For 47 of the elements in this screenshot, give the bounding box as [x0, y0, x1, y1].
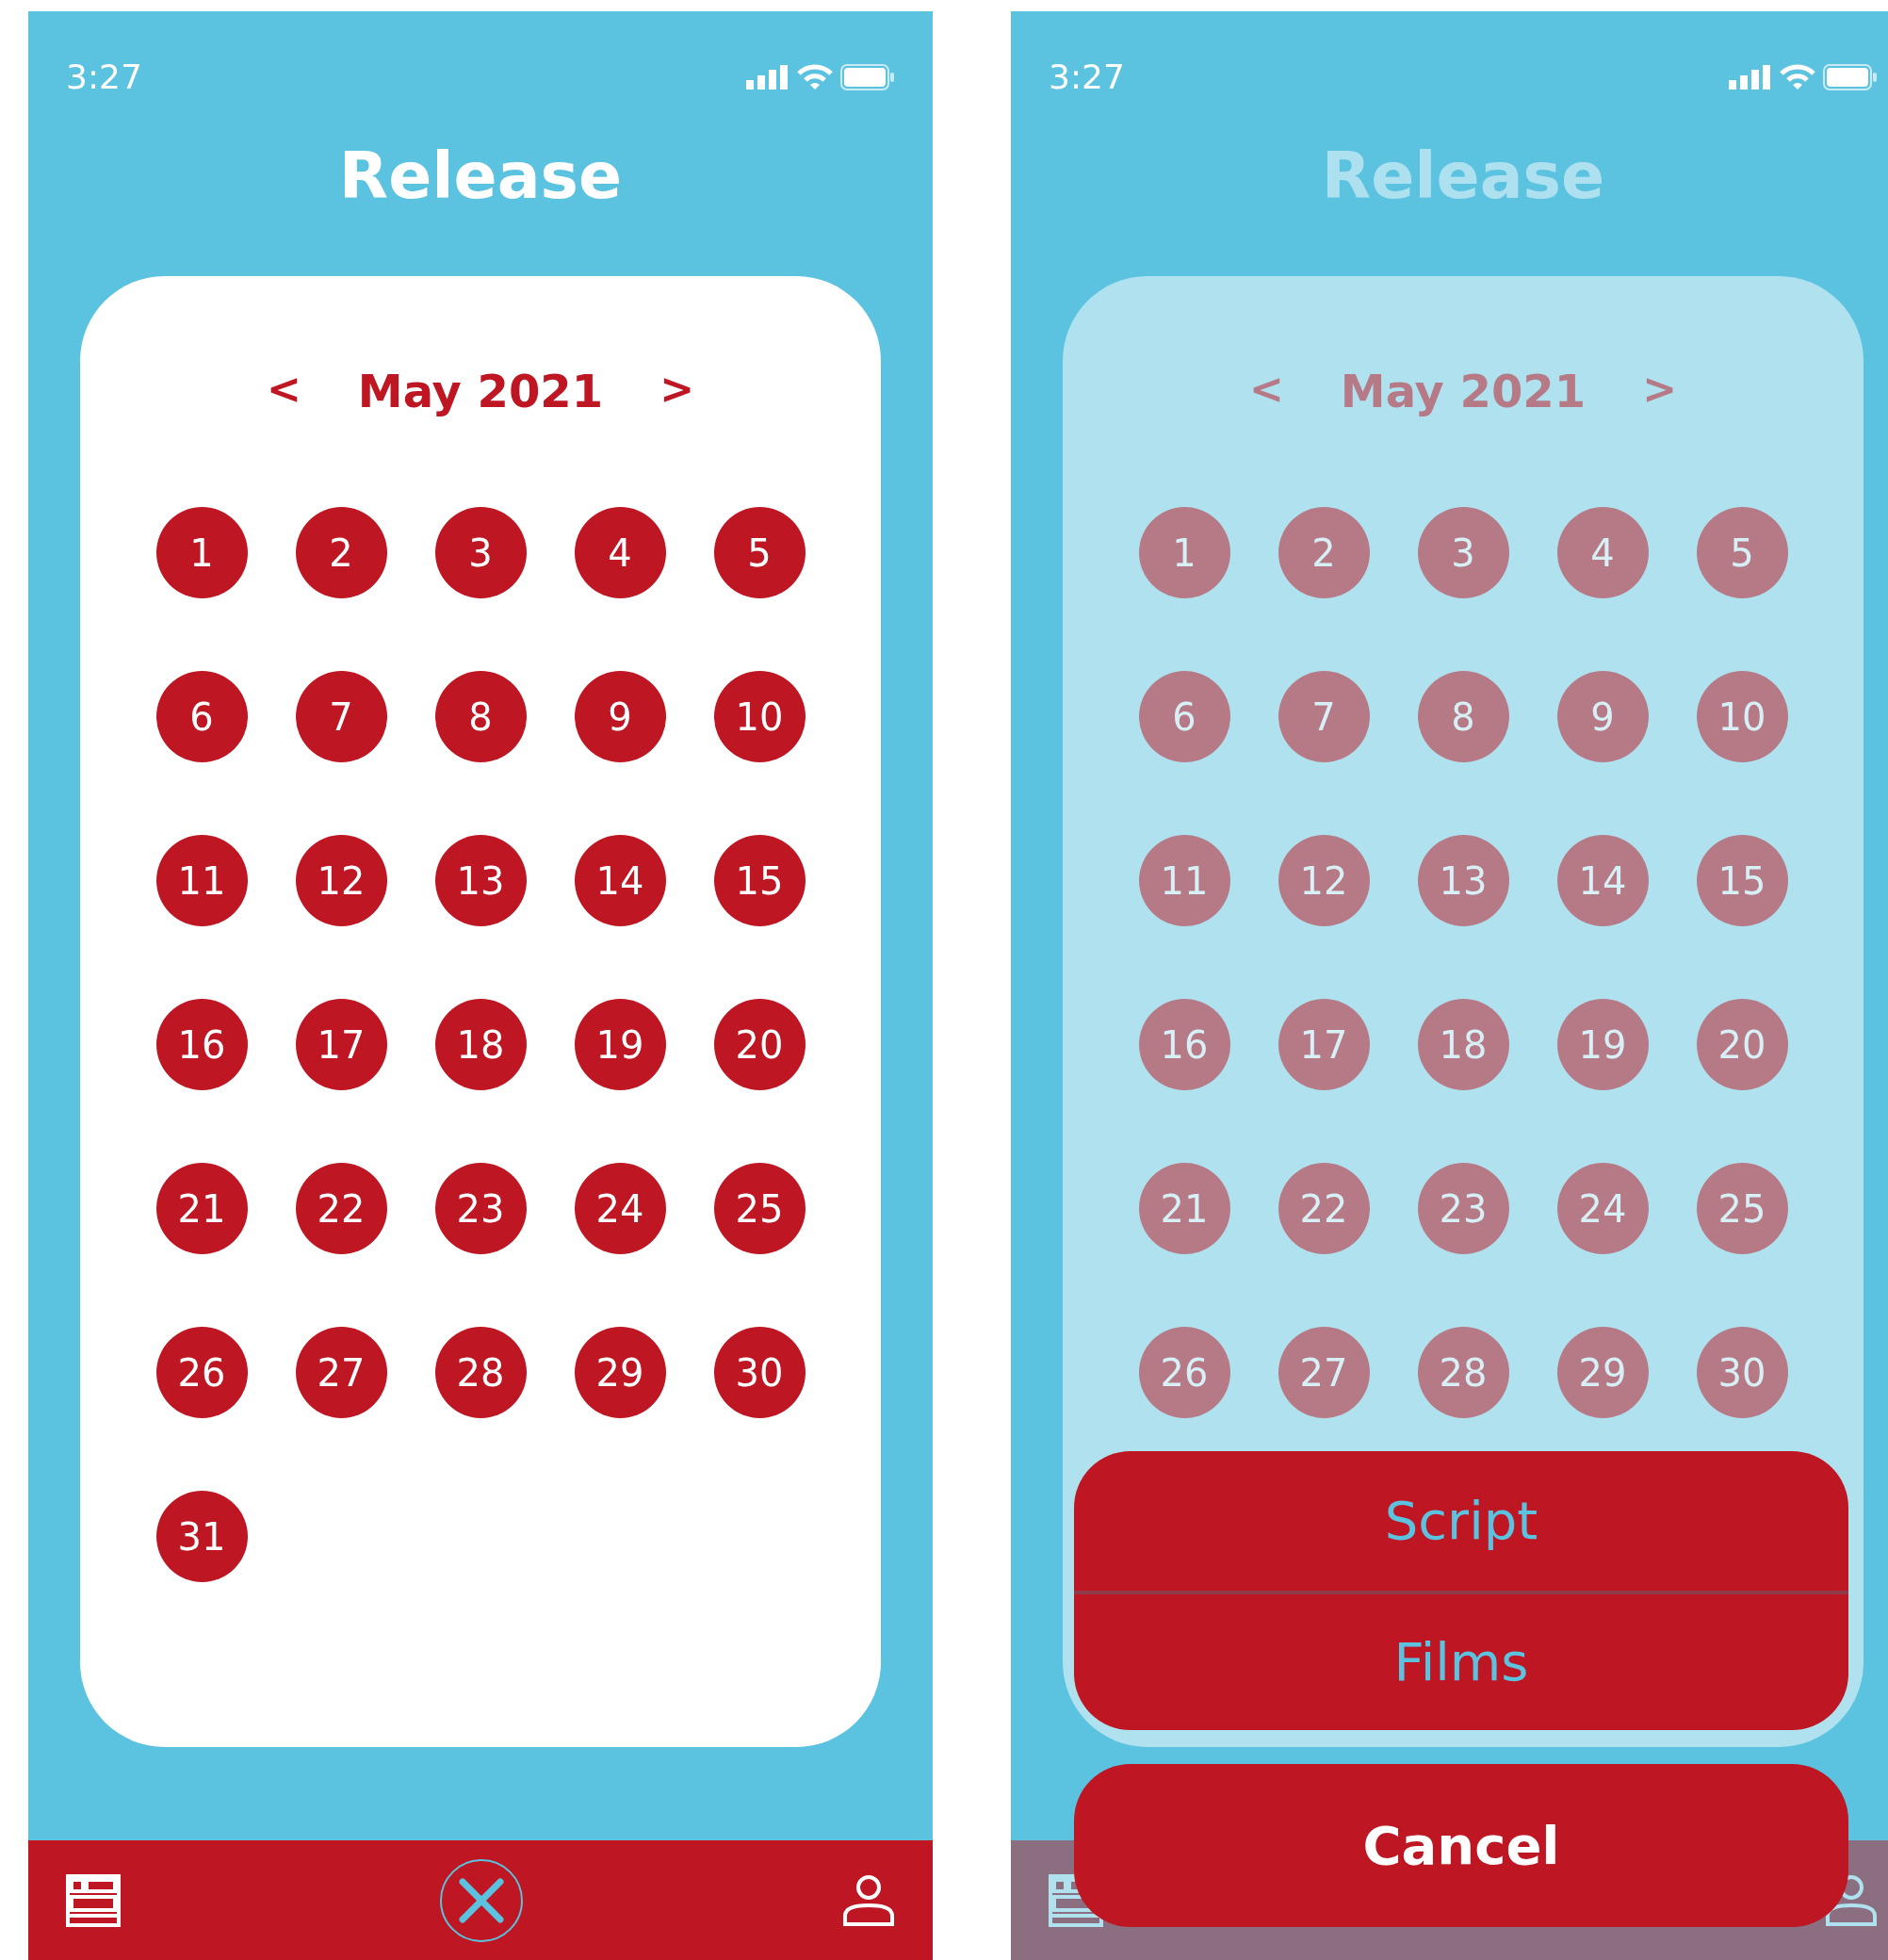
signal-icon: [1729, 65, 1772, 90]
day-button[interactable]: 26: [155, 1327, 248, 1418]
previous-month-button[interactable]: <: [267, 368, 301, 410]
day-button[interactable]: 31: [155, 1491, 248, 1582]
day-button[interactable]: 24: [574, 1163, 666, 1254]
cancel-button[interactable]: Cancel: [1074, 1764, 1848, 1927]
day-button[interactable]: 29: [574, 1327, 666, 1418]
user-icon[interactable]: [1825, 1873, 1878, 1927]
next-month-button[interactable]: >: [659, 368, 694, 410]
day-button[interactable]: 8: [434, 671, 527, 762]
battery-icon: [1823, 64, 1878, 90]
day-button[interactable]: 28: [434, 1327, 527, 1418]
day-button[interactable]: 30: [713, 1327, 806, 1418]
day-button[interactable]: 3: [434, 507, 527, 598]
day-button[interactable]: 17: [295, 999, 387, 1090]
day-button[interactable]: 9: [574, 671, 666, 762]
wifi-icon: [1780, 64, 1815, 90]
day-button[interactable]: 25: [713, 1163, 806, 1254]
day-button[interactable]: 20: [713, 999, 806, 1090]
day-button[interactable]: 2: [295, 507, 387, 598]
day-button[interactable]: 1: [155, 507, 248, 598]
day-button[interactable]: 23: [434, 1163, 527, 1254]
day-button[interactable]: 12: [295, 835, 387, 926]
wifi-icon: [797, 64, 833, 90]
day-button[interactable]: 11: [155, 835, 248, 926]
day-button[interactable]: 7: [295, 671, 387, 762]
day-button[interactable]: 6: [155, 671, 248, 762]
status-time: 3:27: [66, 57, 142, 98]
screen-title: Release: [338, 138, 623, 215]
battery-icon: [840, 64, 895, 90]
close-icon[interactable]: [439, 1857, 524, 1943]
day-button[interactable]: 13: [434, 835, 527, 926]
day-button[interactable]: 15: [713, 835, 806, 926]
day-button[interactable]: 5: [713, 507, 806, 598]
screen-title: Release: [1321, 138, 1605, 215]
day-button[interactable]: 27: [295, 1327, 387, 1418]
day-button[interactable]: 18: [434, 999, 527, 1090]
day-button[interactable]: 21: [155, 1163, 248, 1254]
day-button[interactable]: 10: [713, 671, 806, 762]
signal-icon: [746, 65, 789, 90]
user-icon[interactable]: [842, 1873, 895, 1927]
day-button[interactable]: 4: [574, 507, 666, 598]
day-button[interactable]: 16: [155, 999, 248, 1090]
status-time: 3:27: [1049, 57, 1125, 98]
day-button[interactable]: 14: [574, 835, 666, 926]
day-button[interactable]: 22: [295, 1163, 387, 1254]
day-button[interactable]: 19: [574, 999, 666, 1090]
